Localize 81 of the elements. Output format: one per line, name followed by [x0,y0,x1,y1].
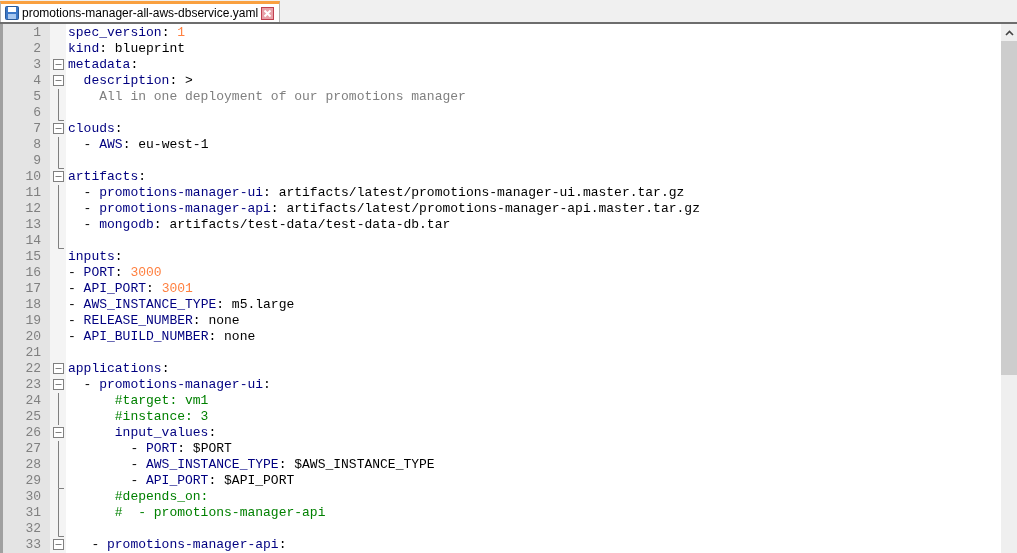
code-line: All in one deployment of our promotions manager [98,89,466,105]
line-number: 25 [24,409,42,425]
line-number: 8 [32,137,42,153]
line-number: 33 [24,537,42,553]
line-number: 2 [32,41,42,57]
fold-end-icon [57,473,64,489]
fold-minus-icon[interactable] [52,537,64,553]
close-icon[interactable] [261,6,275,20]
code-line: - API_PORT: 3001 [67,281,194,297]
line-number: 23 [24,377,42,393]
line-number: 14 [24,233,42,249]
code-line: - PORT: $PORT [129,441,232,457]
line-number: 17 [24,281,42,297]
fold-end-icon [57,233,64,249]
line-number: 21 [24,345,42,361]
fold-minus-icon[interactable] [52,57,64,73]
fold-line-icon [57,137,59,153]
line-number: 32 [24,521,42,537]
code-line: - promotions-manager-ui: artifacts/latest/promotions-manager-ui.master.tar.gz [82,185,685,201]
code-line: - promotions-manager-ui: [82,377,271,393]
code-line: # - promotions-manager-api [113,505,326,521]
code-line: - promotions-manager-api: [90,537,287,553]
code-line: - mongodb: artifacts/test-data/test-data-db.tar [82,217,451,233]
line-number: 24 [24,393,42,409]
code-line: - API_BUILD_NUMBER: none [67,329,256,345]
code-line: #target: vm1 [113,393,209,409]
line-number: 12 [24,201,42,217]
code-line: spec_version: 1 [67,25,187,41]
line-number: 7 [32,121,42,137]
line-number: 22 [24,361,42,377]
line-number: 15 [24,249,42,265]
code-line: artifacts: [67,169,147,185]
scrollbar[interactable] [1001,24,1017,553]
line-number: 26 [24,425,42,441]
code-line: applications: [67,361,170,377]
fold-minus-icon[interactable] [52,169,64,185]
line-number: 27 [24,441,42,457]
fold-minus-icon[interactable] [52,73,64,89]
code-line: clouds: [67,121,123,137]
line-number: 29 [24,473,42,489]
line-number: 18 [24,297,42,313]
code-line: #depends_on: [113,489,209,505]
line-number: 11 [24,185,42,201]
code-line: - promotions-manager-api: artifacts/latest/promotions-manager-api.master.tar.gz [82,201,700,217]
code-line: #instance: 3 [113,409,209,425]
file-tab[interactable]: promotions-manager-all-aws-dbservice.yaml [0,1,281,22]
line-number: 10 [24,169,42,185]
line-number: 16 [24,265,42,281]
line-number: 5 [32,89,42,105]
code-line: kind: blueprint [67,41,186,57]
fold-minus-icon[interactable] [52,361,64,377]
code-line: description: > [82,73,193,89]
line-number: 19 [24,313,42,329]
line-number: 31 [24,505,42,521]
code-line: - API_PORT: $API_PORT [129,473,295,489]
fold-minus-icon[interactable] [52,377,64,393]
fold-minus-icon[interactable] [52,121,64,137]
code-line: - RELEASE_NUMBER: none [67,313,240,329]
code-line: input_values: [113,425,217,441]
fold-end-icon [57,105,64,121]
line-number: 28 [24,457,42,473]
code-line: metadata: [67,57,139,73]
code-line: inputs: [67,249,123,265]
code-line: - AWS: eu-west-1 [82,137,209,153]
line-number: 3 [32,57,42,73]
line-number: 30 [24,489,42,505]
code-line: - AWS_INSTANCE_TYPE: $AWS_INSTANCE_TYPE [129,457,435,473]
code-line: - PORT: 3000 [67,265,163,281]
line-number: 1 [32,25,42,41]
fold-line-icon [57,89,59,105]
line-number: 9 [32,153,42,169]
scroll-up-icon[interactable] [1004,29,1014,36]
fold-end-icon [57,153,64,169]
line-number: 13 [24,217,42,233]
line-number: 6 [32,105,42,121]
line-number: 20 [24,329,42,345]
scroll-thumb[interactable] [1001,41,1017,375]
fold-minus-icon[interactable] [52,425,64,441]
code-line: - AWS_INSTANCE_TYPE: m5.large [67,297,295,313]
line-number: 4 [32,73,42,89]
fold-end-icon [57,521,64,537]
